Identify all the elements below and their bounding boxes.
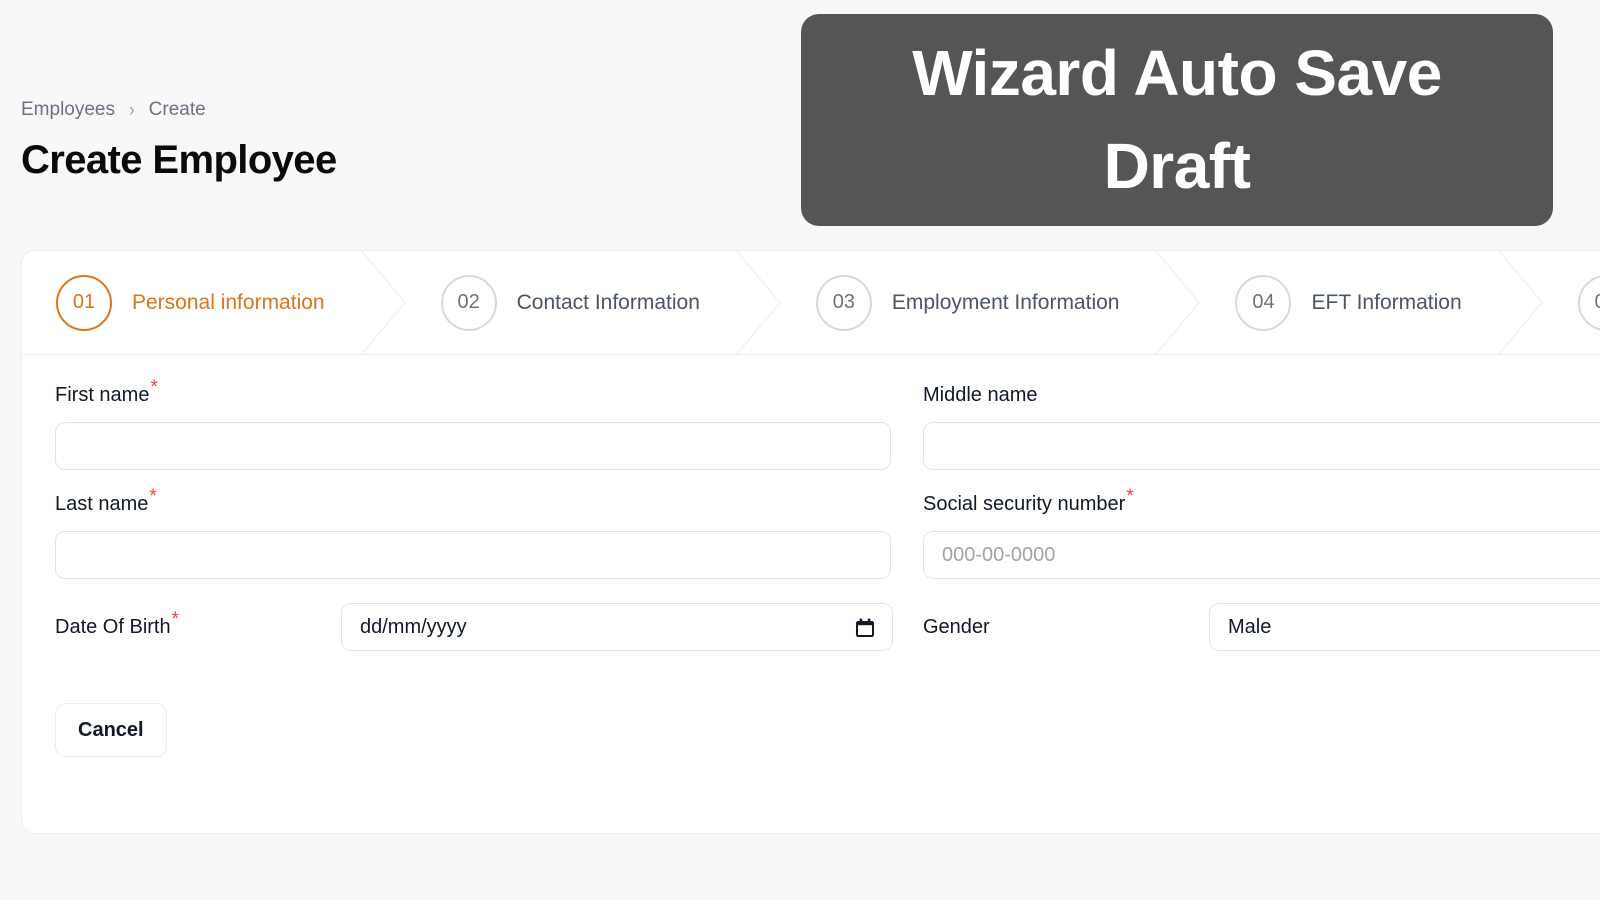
date-placeholder-text: dd/mm/yyyy xyxy=(360,615,467,638)
dob-label-text: Date Of Birth xyxy=(55,615,171,638)
first-name-input[interactable] xyxy=(55,422,891,470)
wizard-card: 01 Personal information 02 Contact Infor… xyxy=(21,250,1600,834)
step-separator-arrow-icon xyxy=(1496,251,1544,354)
step-label: Contact Information xyxy=(516,290,700,314)
dob-label: Date Of Birth* xyxy=(55,610,341,639)
page-root: Employees › Create Create Employee Wizar… xyxy=(0,0,1600,900)
required-marker: * xyxy=(171,608,180,630)
gender-selected-value: Male xyxy=(1228,615,1272,638)
personal-information-form: First name* Middle name Last name* Socia… xyxy=(22,355,1600,757)
wizard-auto-save-draft-banner: Wizard Auto Save Draft xyxy=(801,14,1553,226)
step-number-badge: 01 xyxy=(56,274,112,331)
field-gender: Gender Male xyxy=(923,603,1600,671)
breadcrumb-item-create[interactable]: Create xyxy=(149,100,206,119)
banner-text: Wizard Auto Save Draft xyxy=(912,37,1442,202)
gender-select[interactable]: Male xyxy=(1209,603,1600,651)
field-middle-name: Middle name xyxy=(923,385,1600,470)
step-04-eft-information[interactable]: 04 EFT Information xyxy=(1201,251,1495,354)
step-label: EFT Information xyxy=(1311,290,1462,314)
first-name-label: First name* xyxy=(55,378,923,406)
wizard-stepper: 01 Personal information 02 Contact Infor… xyxy=(22,251,1600,355)
gender-inline-row: Gender Male xyxy=(923,603,1600,651)
step-03-employment-information[interactable]: 03 Employment Information xyxy=(782,251,1154,354)
required-marker: * xyxy=(1126,486,1134,508)
step-number-badge: 03 xyxy=(815,274,872,331)
step-separator-arrow-icon xyxy=(359,251,407,354)
middle-name-input[interactable] xyxy=(923,422,1600,470)
first-name-label-text: First name xyxy=(55,384,150,406)
step-label: Employment Information xyxy=(891,290,1120,314)
date-of-birth-input[interactable]: dd/mm/yyyy xyxy=(341,603,893,651)
last-name-input[interactable] xyxy=(55,531,891,579)
breadcrumb-item-employees[interactable]: Employees xyxy=(21,100,115,119)
form-row-lastname-ssn: Last name* Social security number* xyxy=(55,487,1600,579)
form-row-names: First name* Middle name xyxy=(55,378,1600,470)
step-number-badge: 02 xyxy=(440,274,497,331)
ssn-input[interactable] xyxy=(923,531,1600,579)
field-date-of-birth: Date Of Birth* dd/mm/yyyy xyxy=(55,603,923,671)
step-separator-arrow-icon xyxy=(1153,251,1201,354)
step-02-contact-information[interactable]: 02 Contact Information xyxy=(407,251,734,354)
ssn-label-text: Social security number xyxy=(923,493,1126,515)
page-header: Employees › Create Create Employee xyxy=(21,100,337,181)
middle-name-label: Middle name xyxy=(923,384,1038,406)
gender-label: Gender xyxy=(923,615,990,638)
form-row-dob-gender: Date Of Birth* dd/mm/yyyy Gender Male xyxy=(55,603,1600,671)
required-marker: * xyxy=(150,377,158,399)
breadcrumb: Employees › Create xyxy=(21,98,337,121)
step-label: Personal information xyxy=(132,290,325,314)
dob-input-wrapper: dd/mm/yyyy xyxy=(341,603,893,651)
required-marker: * xyxy=(149,486,157,508)
step-number-badge: 04 xyxy=(1235,274,1292,331)
step-05-deductions[interactable]: 05 Ded xyxy=(1544,251,1600,354)
page-title: Create Employee xyxy=(21,138,337,182)
chevron-right-icon: › xyxy=(129,98,135,121)
cancel-button[interactable]: Cancel xyxy=(55,703,167,757)
dob-inline-row: Date Of Birth* dd/mm/yyyy xyxy=(55,603,923,651)
step-01-personal-information[interactable]: 01 Personal information xyxy=(22,251,359,354)
step-number-badge: 05 xyxy=(1577,274,1600,331)
field-ssn: Social security number* xyxy=(923,487,1600,579)
step-separator-arrow-icon xyxy=(734,251,782,354)
field-last-name: Last name* xyxy=(55,487,923,579)
calendar-icon[interactable] xyxy=(856,618,874,637)
field-first-name: First name* xyxy=(55,378,923,470)
last-name-label-text: Last name xyxy=(55,493,149,515)
ssn-label: Social security number* xyxy=(923,487,1600,515)
last-name-label: Last name* xyxy=(55,487,923,515)
form-actions: Cancel xyxy=(55,695,1600,757)
